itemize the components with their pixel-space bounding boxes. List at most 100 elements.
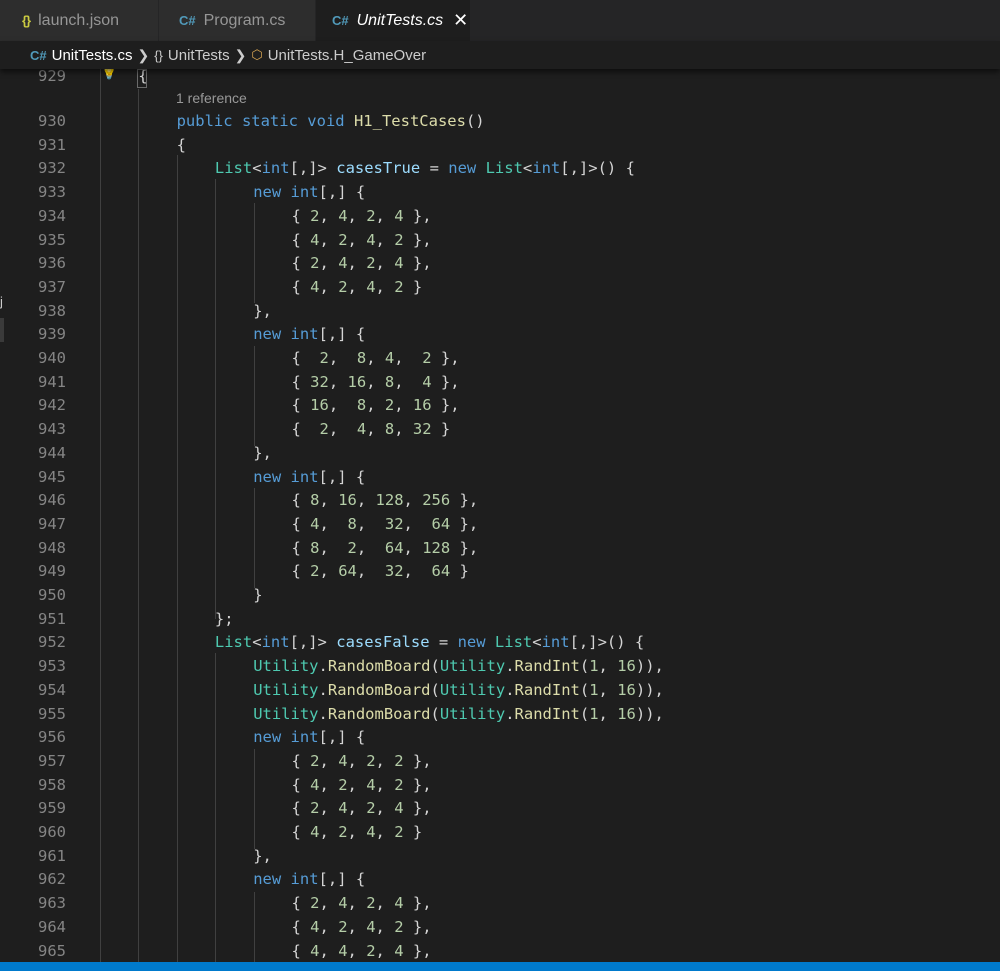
code-line[interactable]: 965 { 4, 4, 2, 4 }, — [0, 939, 1000, 963]
code-text[interactable]: { 8, 16, 128, 256 }, — [292, 488, 479, 512]
code-text[interactable]: Utility.RandomBoard(Utility.RandInt(1, 1… — [253, 702, 664, 726]
code-editor[interactable]: 1 reference 929{ 930 public static void H1… — [0, 69, 1000, 962]
close-icon[interactable]: ✕ — [453, 10, 468, 31]
tab-launch-json[interactable]: {} launch.json — [0, 0, 159, 41]
code-line[interactable]: 946 { 8, 16, 128, 256 }, — [0, 488, 1000, 512]
code-line[interactable]: 949 { 2, 64, 32, 64 } — [0, 559, 1000, 583]
code-line[interactable]: 934 { 2, 4, 2, 4 }, — [0, 204, 1000, 228]
chevron-right-icon: ❯ — [234, 46, 247, 63]
code-line[interactable]: 950} — [0, 583, 1000, 607]
code-text[interactable]: { 2, 4, 8, 32 } — [292, 417, 451, 441]
breadcrumb: C# UnitTests.cs ❯ {} UnitTests ❯ ⬡ UnitT… — [0, 41, 1000, 69]
code-text[interactable]: { 4, 2, 4, 2 } — [292, 275, 423, 299]
breadcrumb-namespace[interactable]: UnitTests — [168, 47, 230, 64]
code-text[interactable]: List<int[,]> casesFalse = new List<int[,… — [215, 630, 644, 654]
code-text[interactable]: { 4, 2, 4, 2 }, — [292, 228, 432, 252]
code-text[interactable]: { 4, 2, 4, 2 } — [292, 820, 423, 844]
code-text[interactable]: }, — [253, 299, 272, 323]
line-number: 937 — [38, 277, 66, 296]
line-number: 930 — [38, 112, 66, 130]
code-line[interactable]: 960 { 4, 2, 4, 2 } — [0, 820, 1000, 844]
code-text[interactable]: }, — [253, 844, 272, 868]
code-text[interactable]: new int[,] { — [253, 180, 365, 204]
code-text[interactable]: { 16, 8, 2, 16 }, — [292, 393, 460, 417]
line-number: 941 — [38, 372, 66, 391]
code-line[interactable]: 939 new int[,] { — [0, 322, 1000, 346]
code-line[interactable]: 957 { 2, 4, 2, 2 }, — [0, 749, 1000, 773]
code-line[interactable]: 954 Utility.RandomBoard(Utility.RandInt(1… — [0, 678, 1000, 702]
code-line[interactable]: 944}, — [0, 441, 1000, 465]
code-text[interactable]: Utility.RandomBoard(Utility.RandInt(1, 1… — [253, 654, 664, 678]
code-text[interactable]: { 2, 4, 2, 4 }, — [292, 251, 432, 275]
code-text[interactable]: { 2, 64, 32, 64 } — [292, 559, 469, 583]
code-line[interactable]: 929{ — [0, 69, 1000, 88]
code-line[interactable]: 936 { 2, 4, 2, 4 }, — [0, 251, 1000, 275]
code-line[interactable]: 932 List<int[,]> casesTrue = new List<int… — [0, 156, 1000, 180]
code-line[interactable]: 964 { 4, 2, 4, 2 }, — [0, 915, 1000, 939]
code-line[interactable]: 938}, — [0, 299, 1000, 323]
code-text[interactable]: } — [253, 583, 262, 607]
code-line[interactable]: 931 { — [0, 133, 1000, 157]
breadcrumb-file[interactable]: UnitTests.cs — [52, 47, 133, 64]
code-line[interactable]: 940 { 2, 8, 4, 2 }, — [0, 346, 1000, 370]
code-line[interactable]: 941 { 32, 16, 8, 4 }, — [0, 370, 1000, 394]
code-text[interactable]: { 4, 8, 32, 64 }, — [292, 512, 479, 536]
code-text[interactable]: { 2, 4, 2, 4 }, — [292, 796, 432, 820]
code-text[interactable]: { 8, 2, 64, 128 }, — [292, 536, 479, 560]
code-text[interactable]: public static void H1_TestCases() — [177, 109, 485, 133]
tab-label: Program.cs — [203, 11, 286, 29]
line-number: 931 — [38, 135, 66, 154]
code-line[interactable]: 961}, — [0, 844, 1000, 868]
code-line[interactable]: 963 { 2, 4, 2, 4 }, — [0, 891, 1000, 915]
code-text[interactable]: { 4, 4, 2, 4 }, — [292, 939, 432, 963]
code-line[interactable]: 933 new int[,] { — [0, 180, 1000, 204]
code-text[interactable]: Utility.RandomBoard(Utility.RandInt(1, 1… — [253, 678, 664, 702]
branch-icon[interactable] — [113, 962, 127, 971]
code-line[interactable]: 956 new int[,] { — [0, 725, 1000, 749]
code-line[interactable]: 959 { 2, 4, 2, 4 }, — [0, 796, 1000, 820]
code-line[interactable]: 958 { 4, 2, 4, 2 }, — [0, 773, 1000, 797]
code-text[interactable]: { 4, 2, 4, 2 }, — [292, 915, 432, 939]
code-line[interactable]: 947 { 4, 8, 32, 64 }, — [0, 512, 1000, 536]
code-text[interactable]: { 32, 16, 8, 4 }, — [292, 370, 460, 394]
code-text[interactable]: new int[,] { — [253, 867, 365, 891]
code-line[interactable]: 953 Utility.RandomBoard(Utility.RandInt(1… — [0, 654, 1000, 678]
chevron-right-icon: ❯ — [137, 46, 150, 63]
tab-program-cs[interactable]: C# Program.cs — [159, 0, 316, 41]
code-text[interactable]: new int[,] { — [253, 725, 365, 749]
code-text[interactable]: }, — [253, 441, 272, 465]
tab-unittests-cs[interactable]: C# UnitTests.cs ✕ — [316, 0, 471, 41]
breadcrumb-symbol[interactable]: UnitTests.H_GameOver — [268, 47, 426, 64]
line-number: 962 — [38, 870, 66, 889]
code-text[interactable]: { 2, 8, 4, 2 }, — [292, 346, 460, 370]
tab-bar: {} launch.json C# Program.cs C# UnitTest… — [0, 0, 1000, 41]
bracket-match-cursor — [137, 69, 147, 88]
code-line[interactable]: 935 { 4, 2, 4, 2 }, — [0, 228, 1000, 252]
sync-icon[interactable] — [147, 962, 161, 971]
line-number: 961 — [38, 846, 66, 865]
code-line[interactable]: 942 { 16, 8, 2, 16 }, — [0, 393, 1000, 417]
code-text[interactable]: { 2, 4, 2, 2 }, — [292, 749, 432, 773]
line-number: 932 — [38, 159, 66, 178]
code-text[interactable]: new int[,] { — [253, 465, 365, 489]
code-text[interactable]: { 4, 2, 4, 2 }, — [292, 773, 432, 797]
code-line[interactable]: 937 { 4, 2, 4, 2 } — [0, 275, 1000, 299]
code-text[interactable]: { 2, 4, 2, 4 }, — [292, 891, 432, 915]
code-line[interactable]: 962 new int[,] { — [0, 867, 1000, 891]
line-number: 953 — [38, 657, 66, 676]
code-line[interactable]: 930 public static void H1_TestCases() — [0, 109, 1000, 133]
code-text[interactable]: List<int[,]> casesTrue = new List<int[,]… — [215, 156, 635, 180]
code-line[interactable]: 952 List<int[,]> casesFalse = new List<in… — [0, 630, 1000, 654]
code-line[interactable]: 955 Utility.RandomBoard(Utility.RandInt(1… — [0, 702, 1000, 726]
code-line[interactable]: 943 { 2, 4, 8, 32 } — [0, 417, 1000, 441]
code-text[interactable]: }; — [215, 607, 234, 631]
code-text[interactable]: { — [177, 133, 186, 157]
code-line[interactable]: 948 { 8, 2, 64, 128 }, — [0, 536, 1000, 560]
line-number: 963 — [38, 894, 66, 913]
codelens-reference[interactable]: 1 reference — [176, 90, 247, 106]
code-line[interactable]: 945 new int[,] { — [0, 465, 1000, 489]
line-number: 955 — [38, 704, 66, 723]
code-text[interactable]: new int[,] { — [253, 322, 365, 346]
code-text[interactable]: { 2, 4, 2, 4 }, — [292, 204, 432, 228]
code-line[interactable]: 951}; — [0, 607, 1000, 631]
